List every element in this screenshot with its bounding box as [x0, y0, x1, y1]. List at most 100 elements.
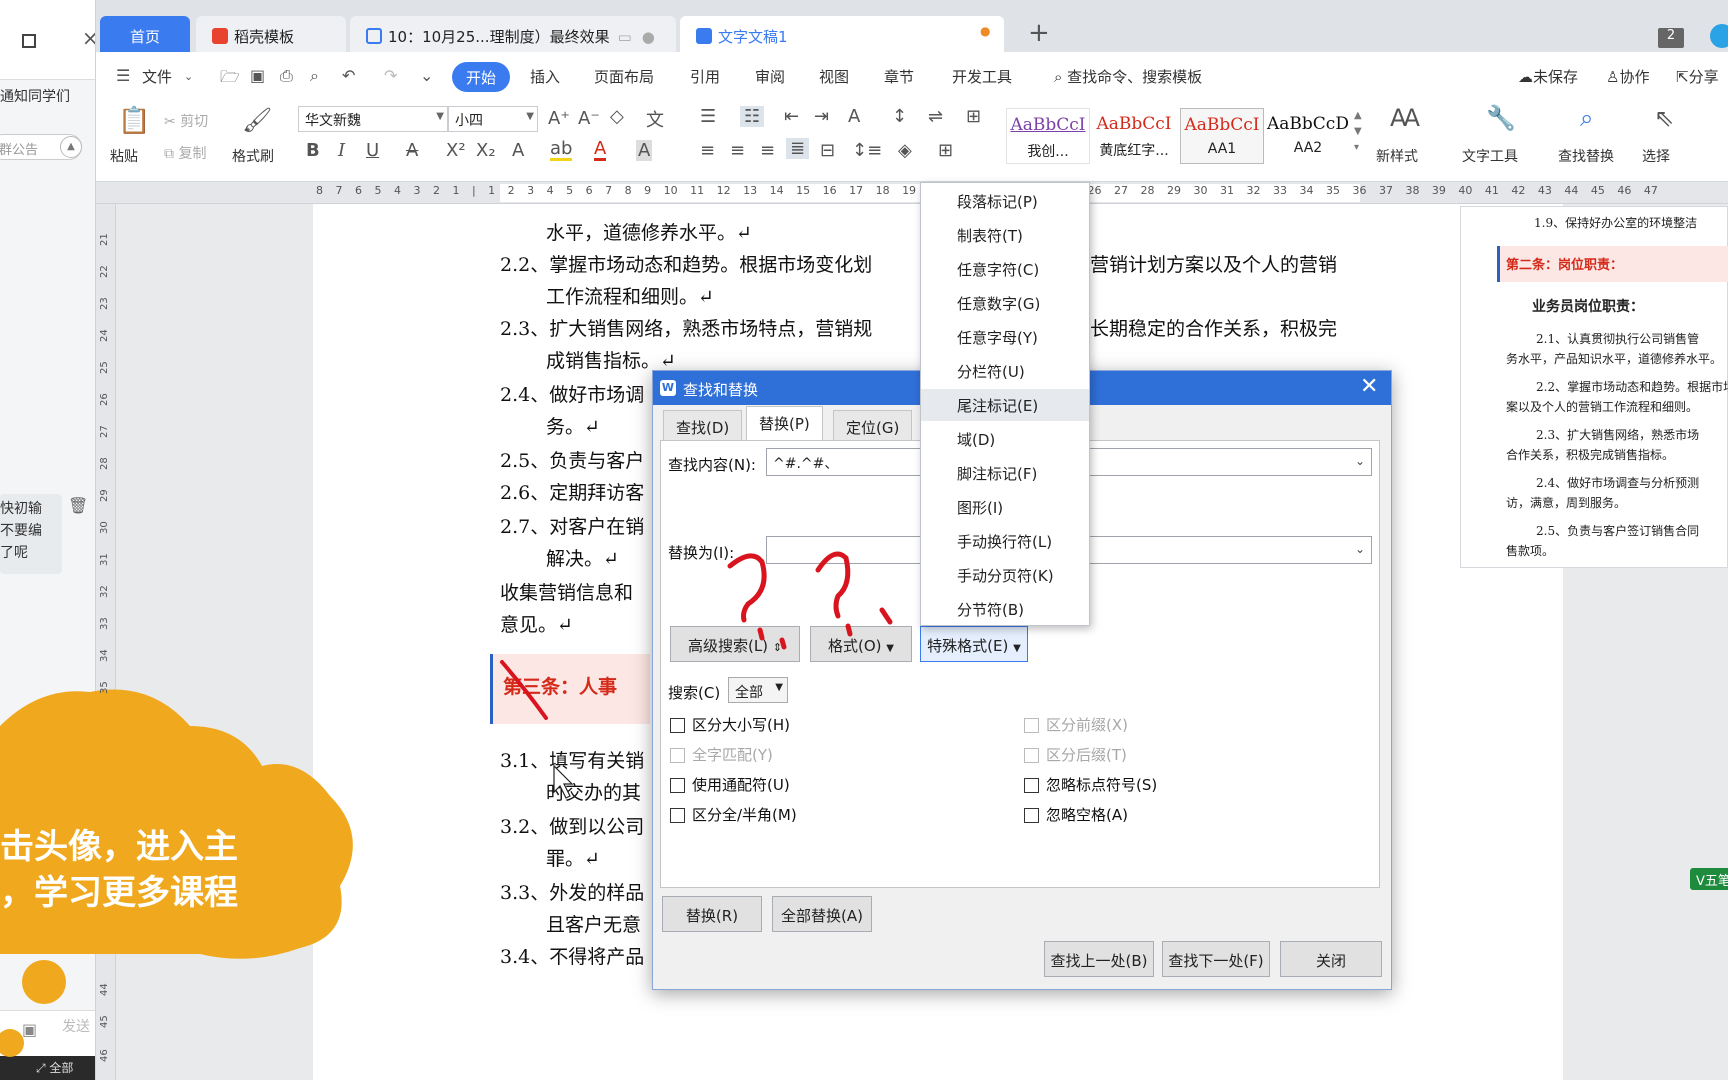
style-preset-2[interactable]: AaBbCcI 黄底红字... [1092, 108, 1176, 164]
format-painter-icon[interactable]: 🖌 [242, 106, 272, 134]
tab-home[interactable]: 首页 [100, 16, 190, 52]
expand-icon[interactable]: ⤢ [36, 1061, 49, 1075]
menu-item-paragraph-mark[interactable]: 段落标记(P) [921, 185, 1089, 217]
menu-view[interactable]: 视图 [819, 66, 849, 87]
table-icon[interactable]: ⊞ [966, 106, 981, 127]
new-style-button[interactable]: 新样式 [1376, 146, 1418, 166]
ignore-space-checkbox[interactable] [1024, 808, 1039, 823]
hamburger-icon[interactable]: ☰ [116, 66, 130, 85]
text-direction-icon[interactable]: A [848, 106, 860, 127]
tab-document[interactable]: 10：10月25...理制度）最终效果 ▭ ● [350, 16, 676, 52]
match-case-checkbox[interactable] [670, 718, 685, 733]
collab-button[interactable]: ♙协作 [1606, 66, 1649, 87]
strikethrough-icon[interactable]: A [406, 140, 418, 161]
menu-item-column-break[interactable]: 分栏符(U) [921, 355, 1089, 387]
menu-reference[interactable]: 引用 [690, 66, 720, 87]
distribute-icon[interactable]: ⊟ [820, 140, 835, 161]
menu-item-endnote-mark[interactable]: 尾注标记(E) [921, 389, 1089, 421]
menu-item-tab[interactable]: 制表符(T) [921, 219, 1089, 251]
bullet-list-icon[interactable]: ☰ [700, 106, 716, 127]
align-right-icon[interactable]: ≡ [760, 140, 775, 161]
format-button[interactable]: 格式(O) ▼ [810, 626, 912, 662]
italic-icon[interactable]: I [338, 140, 345, 161]
menu-item-field[interactable]: 域(D) [921, 423, 1089, 455]
font-family-select[interactable]: 华文新魏 ▼ [298, 106, 448, 132]
highlight-icon[interactable]: ab [550, 140, 573, 161]
replace-all-button[interactable]: 全部替换(A) [772, 896, 872, 932]
width-checkbox[interactable] [670, 808, 685, 823]
close-button[interactable]: 关闭 [1280, 941, 1382, 977]
menu-insert[interactable]: 插入 [530, 66, 560, 87]
shrink-font-icon[interactable]: A⁻ [578, 108, 600, 129]
align-left-icon[interactable]: ≡ [700, 140, 715, 161]
search-icon[interactable]: ⌕ [1580, 104, 1593, 132]
align-center-icon[interactable]: ≡ [730, 140, 745, 161]
style-scroll-icon[interactable]: ▲ ▼ ▾ [1354, 108, 1362, 156]
font-color-icon[interactable]: A [594, 140, 607, 161]
save-icon[interactable]: ▣ [250, 66, 265, 85]
window-count-badge[interactable]: 2 [1658, 28, 1684, 48]
special-format-button[interactable]: 特殊格式(E) ▼ [920, 626, 1028, 662]
avatar[interactable] [1710, 24, 1728, 48]
wrench-icon[interactable]: 🔧 [1486, 104, 1516, 132]
menu-item-manual-page-break[interactable]: 手动分页符(K) [921, 559, 1089, 591]
ignore-punct-checkbox[interactable] [1024, 778, 1039, 793]
tab-goto[interactable]: 定位(G) [833, 410, 913, 440]
print-icon[interactable]: ⎙ [280, 66, 293, 86]
tab-daoke-template[interactable]: 稻壳模板 [196, 16, 346, 52]
menu-item-any-letter[interactable]: 任意字母(Y) [921, 321, 1089, 353]
copy-button[interactable]: ⧉ 复制 [164, 143, 206, 163]
unsaved-status[interactable]: ☁未保存 [1518, 66, 1578, 87]
chevron-down-icon[interactable]: ⌄ [1355, 454, 1365, 468]
menu-developer[interactable]: 开发工具 [952, 66, 1012, 87]
share-button[interactable]: ⇱分享 [1676, 66, 1719, 87]
menu-chapter[interactable]: 章节 [884, 66, 914, 87]
dialog-close-icon[interactable]: ✕ [1360, 374, 1378, 399]
style-preset-aa2[interactable]: AaBbCcD AA2 [1266, 108, 1350, 164]
menu-start[interactable]: 开始 [452, 62, 510, 92]
replace-button[interactable]: 替换(R) [662, 896, 762, 932]
numbered-list-icon[interactable]: ☷ [740, 106, 765, 127]
tab-dot-icon[interactable]: ● [642, 28, 655, 46]
advanced-search-button[interactable]: 高级搜索(L) ⇕ [670, 626, 800, 662]
format-painter-button[interactable]: 格式刷 [232, 146, 274, 166]
find-replace-button[interactable]: 查找替换 [1558, 146, 1614, 166]
menu-file[interactable]: 文件 [142, 66, 172, 87]
cursor-icon[interactable]: ⇖ [1654, 104, 1674, 132]
menu-item-graphic[interactable]: 图形(I) [921, 491, 1089, 523]
show-marks-icon[interactable]: ⇌ [928, 106, 943, 127]
line-spacing-icon[interactable]: ↕≡ [852, 140, 882, 161]
input-method-badge[interactable]: ᐯ五笔 [1690, 868, 1728, 890]
menu-item-manual-line-break[interactable]: 手动换行符(L) [921, 525, 1089, 557]
style-preset-aa1[interactable]: AaBbCcI AA1 [1180, 108, 1264, 164]
menu-item-footnote-mark[interactable]: 脚注标记(F) [921, 457, 1089, 489]
borders-icon[interactable]: ⊞ [938, 140, 953, 161]
customize-toolbar-icon[interactable]: ⌄ [420, 66, 433, 85]
wildcard-checkbox[interactable] [670, 778, 685, 793]
find-next-button[interactable]: 查找下一处(F) [1162, 941, 1270, 977]
image-icon[interactable]: ▣ [22, 1020, 37, 1039]
paste-button[interactable]: 粘贴 [110, 146, 138, 166]
close-icon[interactable]: × [82, 26, 95, 50]
justify-icon[interactable]: ≣ [786, 138, 810, 159]
tab-active-document[interactable]: 文字文稿1 ● [680, 16, 1004, 52]
tab-replace[interactable]: 替换(P) [746, 406, 823, 440]
char-shading-icon[interactable]: A [636, 140, 653, 161]
paste-icon[interactable]: 📋 [118, 106, 150, 136]
subscript-icon[interactable]: X₂ [476, 140, 496, 161]
clear-format-icon[interactable]: ◇ [610, 106, 624, 127]
menu-review[interactable]: 审阅 [755, 66, 785, 87]
chevron-down-icon[interactable]: ⌄ [1355, 542, 1365, 556]
undo-icon[interactable]: ↶ [342, 66, 355, 85]
shading-icon[interactable]: ◈ [898, 140, 912, 161]
text-tools-button[interactable]: 文字工具 [1462, 146, 1518, 166]
text-effect-icon[interactable]: A [512, 140, 524, 161]
print-preview-icon[interactable]: ⌕ [310, 66, 319, 86]
tab-find[interactable]: 查找(D) [663, 410, 743, 440]
new-style-icon[interactable]: Ꜳ [1390, 104, 1420, 132]
search-scope-select[interactable]: 全部 ▼ [728, 677, 788, 703]
new-tab-button[interactable]: + [1028, 18, 1050, 48]
trash-icon[interactable]: 🗑 [68, 496, 88, 515]
decrease-indent-icon[interactable]: ⇤ [784, 106, 799, 127]
menu-item-any-char[interactable]: 任意字符(C) [921, 253, 1089, 285]
